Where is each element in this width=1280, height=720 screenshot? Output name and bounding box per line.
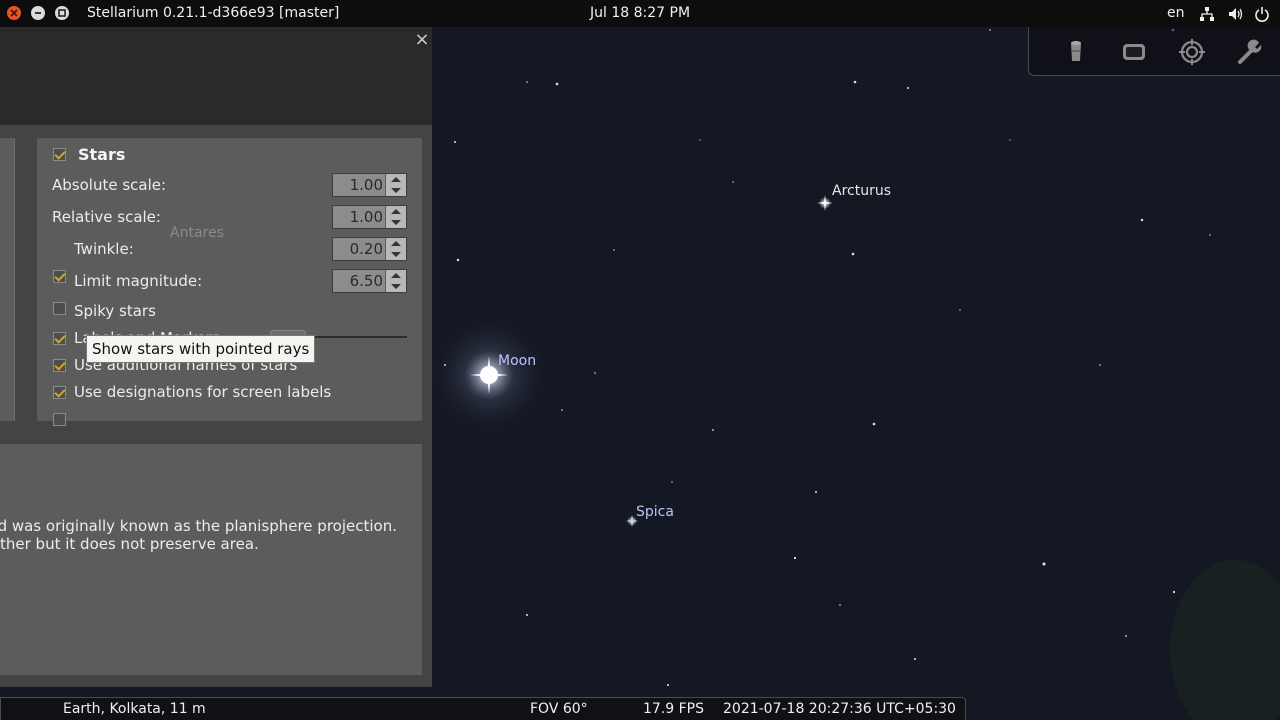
power-icon[interactable] xyxy=(1254,6,1270,22)
dialog-close-button[interactable]: × xyxy=(413,31,431,49)
tooltip: Show stars with pointed rays xyxy=(86,335,316,363)
absolute-scale-spinbox[interactable]: 1.00 xyxy=(332,173,407,197)
relative-scale-spinbox[interactable]: 1.00 xyxy=(332,205,407,229)
volume-icon[interactable] xyxy=(1228,6,1244,22)
maximize-icon xyxy=(58,9,66,17)
view-settings-dialog: × Stars Absolute scale: Relative scale: … xyxy=(0,27,432,687)
fps-text: 17.9 FPS xyxy=(643,701,705,717)
wrench-icon[interactable] xyxy=(1236,38,1264,66)
window-maximize-button[interactable] xyxy=(55,6,69,20)
absolute-scale-label: Absolute scale: xyxy=(52,176,167,194)
close-icon: × xyxy=(414,29,430,50)
target-icon[interactable] xyxy=(1178,38,1206,66)
projection-text-line: d was originally known as the planispher… xyxy=(0,517,397,535)
network-icon[interactable] xyxy=(1199,6,1215,22)
spin-arrows[interactable] xyxy=(385,206,406,228)
minimize-icon xyxy=(35,12,41,14)
labels-markers-checkbox[interactable] xyxy=(53,359,66,372)
relative-scale-value: 1.00 xyxy=(349,208,383,226)
window-minimize-button[interactable] xyxy=(31,6,45,20)
clock[interactable]: Jul 18 8:27 PM xyxy=(590,5,690,21)
stars-checkbox[interactable] xyxy=(53,148,66,161)
language-indicator[interactable]: en xyxy=(1167,5,1185,21)
limit-magnitude-spinbox[interactable]: 6.50 xyxy=(332,269,407,293)
twinkle-value: 0.20 xyxy=(349,240,383,258)
designations-label: Use designations for screen labels xyxy=(74,383,332,401)
antares-label[interactable]: Antares xyxy=(170,225,224,241)
ocular-icon[interactable] xyxy=(1062,38,1090,66)
limit-magnitude-label: Limit magnitude: xyxy=(74,272,203,290)
moon-label[interactable]: Moon xyxy=(498,353,536,369)
spiky-stars-label: Spiky stars xyxy=(74,302,156,320)
twinkle-spinbox[interactable]: 0.20 xyxy=(332,237,407,261)
limit-magnitude-value: 6.50 xyxy=(349,272,383,290)
limit-magnitude-checkbox[interactable] xyxy=(53,302,66,315)
projection-description-panel: d was originally known as the planispher… xyxy=(0,444,422,675)
spica-label[interactable]: Spica xyxy=(636,504,674,520)
spin-arrows[interactable] xyxy=(385,238,406,260)
location-text[interactable]: Earth, Kolkata, 11 m xyxy=(63,701,206,717)
window-close-button[interactable] xyxy=(7,6,21,20)
window-title: Stellarium 0.21.1-d366e93 [master] xyxy=(87,5,340,21)
fov-text: FOV 60° xyxy=(530,701,588,717)
projection-text-line: ther but it does not preserve area. xyxy=(0,535,259,553)
status-bar: Earth, Kolkata, 11 m FOV 60° 17.9 FPS 20… xyxy=(0,697,966,720)
datetime-text[interactable]: 2021-07-18 20:27:36 UTC+05:30 xyxy=(723,701,956,717)
close-icon xyxy=(10,9,18,17)
left-panel-edge xyxy=(0,138,15,421)
screen-icon[interactable] xyxy=(1120,38,1148,66)
stars-group-title: Stars xyxy=(78,145,126,164)
top-bar: Stellarium 0.21.1-d366e93 [master] Jul 1… xyxy=(0,0,1280,27)
dialog-header xyxy=(0,27,432,125)
designations-checkbox[interactable] xyxy=(53,413,66,426)
additional-names-checkbox[interactable] xyxy=(53,386,66,399)
twinkle-label: Twinkle: xyxy=(74,240,134,258)
absolute-scale-value: 1.00 xyxy=(349,176,383,194)
arcturus-label[interactable]: Arcturus xyxy=(832,183,891,199)
spiky-stars-checkbox[interactable] xyxy=(53,332,66,345)
moon-object[interactable] xyxy=(427,313,551,437)
spin-arrows[interactable] xyxy=(385,174,406,196)
twinkle-checkbox[interactable] xyxy=(53,270,66,283)
spin-arrows[interactable] xyxy=(385,270,406,292)
plugin-toolbar xyxy=(1028,27,1280,76)
relative-scale-label: Relative scale: xyxy=(52,208,161,226)
